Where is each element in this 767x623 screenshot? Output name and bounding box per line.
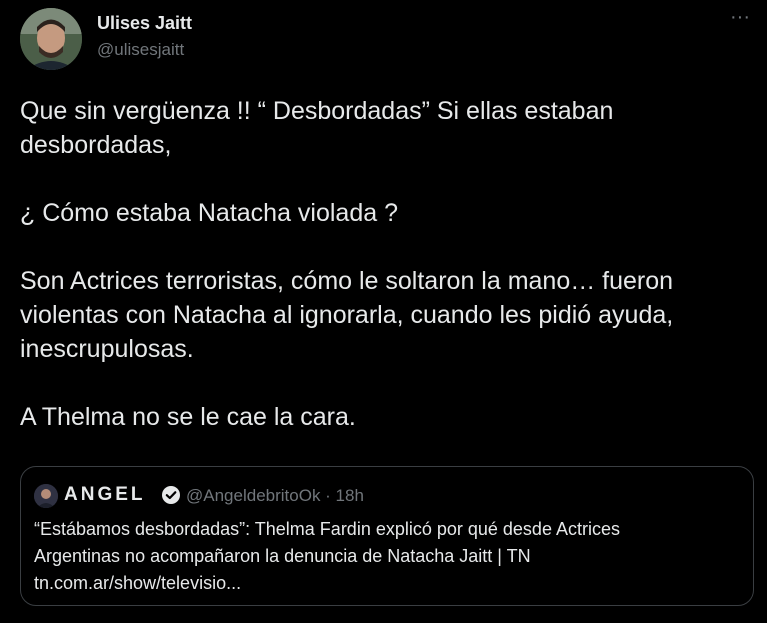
tweet-text-line: A Thelma no se le cae la cara.: [20, 403, 356, 431]
quoted-link[interactable]: tn.com.ar/show/televisio...: [34, 570, 739, 597]
quoted-tweet-card[interactable]: ANGEL @AngeldebritoOk · 18h “Estábamos d…: [20, 466, 754, 606]
quoted-author-name: ANGEL: [64, 484, 146, 505]
quoted-text-line: Argentinas no acompañaron la denuncia de…: [34, 546, 531, 566]
tweet-text-line: Son Actrices terroristas, cómo le soltar…: [20, 267, 674, 363]
author-display-name[interactable]: Ulises Jaitt: [97, 13, 192, 34]
tweet: Ulises Jaitt @ulisesjaitt ··· Que sin ve…: [0, 0, 767, 623]
quoted-author-avatar: [34, 484, 58, 508]
quoted-tweet-text: “Estábamos desbordadas”: Thelma Fardin e…: [34, 516, 739, 597]
tweet-text-line: Que sin vergüenza !! “ Desbordadas” Si e…: [20, 97, 614, 159]
verified-badge-icon: [162, 486, 180, 504]
author-handle[interactable]: @ulisesjaitt: [97, 40, 184, 60]
more-options-icon[interactable]: ···: [727, 7, 753, 30]
tweet-text: Que sin vergüenza !! “ Desbordadas” Si e…: [20, 94, 750, 434]
author-avatar[interactable]: [20, 8, 82, 70]
avatar-photo-icon: [20, 8, 82, 70]
quoted-text-line: “Estábamos desbordadas”: Thelma Fardin e…: [34, 519, 620, 539]
quoted-handle-time: @AngeldebritoOk · 18h: [186, 486, 364, 505]
quoted-avatar-icon: [34, 484, 58, 508]
tweet-text-line: ¿ Cómo estaba Natacha violada ?: [20, 199, 398, 227]
